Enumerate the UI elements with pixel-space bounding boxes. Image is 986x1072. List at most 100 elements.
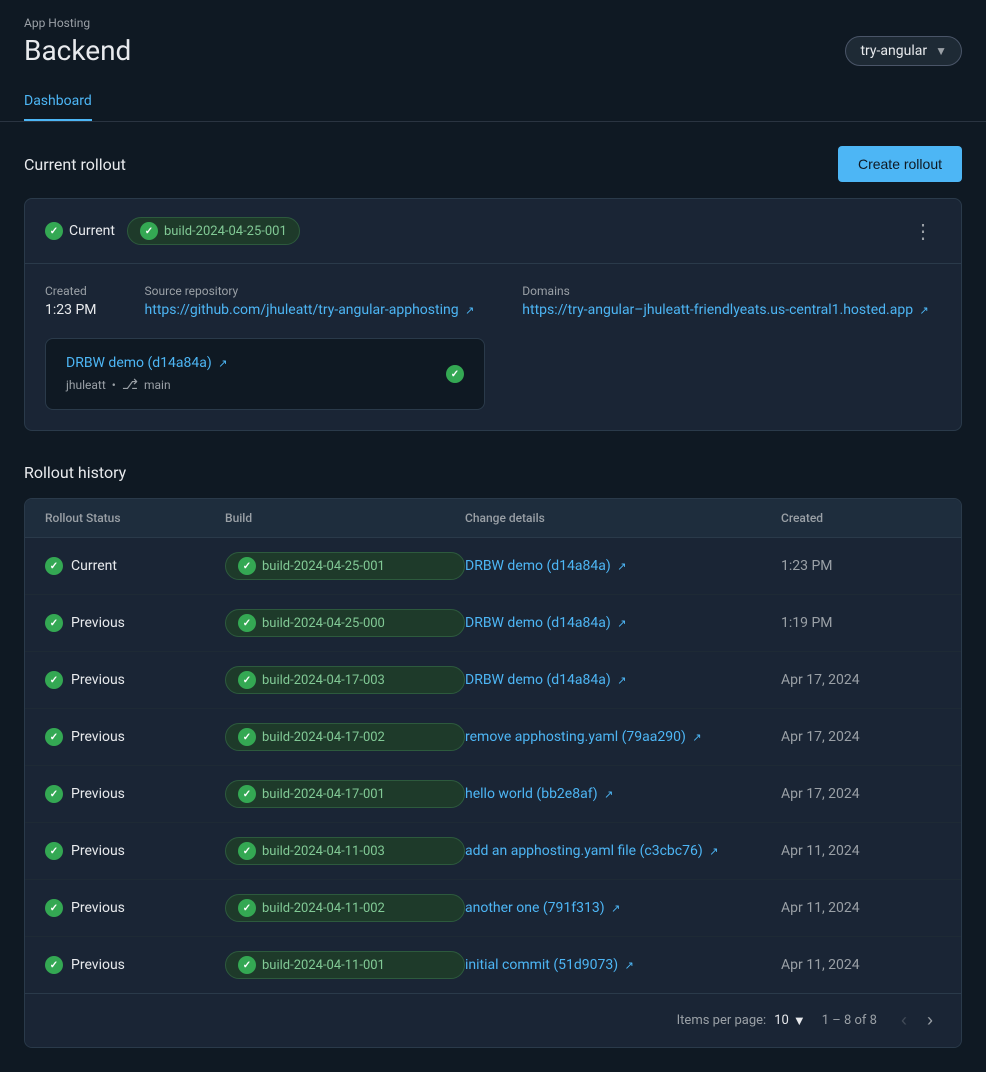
row-build-id: build-2024-04-17-002 (262, 730, 385, 745)
next-page-button[interactable]: › (919, 1006, 941, 1035)
row-change-link[interactable]: DRBW demo (d14a84a) (465, 615, 611, 631)
row-change: add an apphosting.yaml file (c3cbc76) ↗ (465, 843, 781, 859)
pagination-range: 1 – 8 of 8 (822, 1013, 877, 1028)
row-build: build-2024-04-25-001 (225, 552, 465, 580)
items-per-page-label: Items per page: (677, 1013, 767, 1028)
pagination-buttons: ‹ › (893, 1006, 941, 1035)
created-value: 1:23 PM (45, 302, 97, 318)
rollout-meta: Created 1:23 PM Source repository https:… (45, 284, 941, 318)
row-build: build-2024-04-25-000 (225, 609, 465, 637)
table-row[interactable]: Previous build-2024-04-11-001 initial co… (25, 937, 961, 993)
current-rollout-header: Current rollout Create rollout (24, 146, 962, 182)
domains-external-icon: ↗ (920, 304, 929, 317)
row-build-icon (238, 899, 256, 917)
commit-link-row: DRBW demo (d14a84a) ↗ (66, 355, 227, 371)
row-build-id: build-2024-04-17-001 (262, 787, 385, 802)
branch-label: try-angular (860, 43, 927, 59)
row-change: initial commit (51d9073) ↗ (465, 957, 781, 973)
row-change-external-icon: ↗ (604, 788, 613, 801)
row-change-link[interactable]: remove apphosting.yaml (79aa290) (465, 729, 686, 745)
row-status: Previous (45, 671, 225, 689)
current-rollout-card: Current build-2024-04-25-001 ⋮ Created 1… (24, 198, 962, 431)
row-change-external-icon: ↗ (611, 902, 620, 915)
meta-domains: Domains https://try-angular–jhuleatt-fri… (522, 284, 928, 318)
row-build: build-2024-04-17-001 (225, 780, 465, 808)
row-status-icon (45, 842, 63, 860)
commit-info: DRBW demo (d14a84a) ↗ jhuleatt • ⎇ main (66, 355, 227, 393)
more-options-icon[interactable]: ⋮ (905, 215, 941, 247)
row-build-icon (238, 785, 256, 803)
row-status-label: Previous (71, 957, 125, 973)
row-status-icon (45, 557, 63, 575)
row-change-link[interactable]: another one (791f313) (465, 900, 605, 916)
app-hosting-label: App Hosting (24, 16, 962, 30)
table-row[interactable]: Previous build-2024-04-17-003 DRBW demo … (25, 652, 961, 709)
row-created: 1:19 PM (781, 615, 941, 631)
row-build-icon (238, 956, 256, 974)
row-change-link[interactable]: hello world (bb2e8af) (465, 786, 598, 802)
table-row[interactable]: Previous build-2024-04-11-002 another on… (25, 880, 961, 937)
meta-created: Created 1:23 PM (45, 284, 97, 318)
source-external-icon: ↗ (465, 304, 474, 317)
page-title: Backend (24, 34, 131, 67)
row-status-label: Previous (71, 672, 125, 688)
th-status: Rollout Status (45, 511, 225, 525)
row-created: Apr 17, 2024 (781, 729, 941, 745)
row-change: DRBW demo (d14a84a) ↗ (465, 558, 781, 574)
commit-link[interactable]: DRBW demo (d14a84a) (66, 355, 212, 371)
row-build-id: build-2024-04-11-002 (262, 901, 385, 916)
table-row[interactable]: Current build-2024-04-25-001 DRBW demo (… (25, 538, 961, 595)
row-status-icon (45, 785, 63, 803)
table-row[interactable]: Previous build-2024-04-17-001 hello worl… (25, 766, 961, 823)
row-status-label: Previous (71, 843, 125, 859)
table-row[interactable]: Previous build-2024-04-11-003 add an app… (25, 823, 961, 880)
row-build-badge: build-2024-04-11-001 (225, 951, 465, 979)
row-change: DRBW demo (d14a84a) ↗ (465, 615, 781, 631)
row-status-icon (45, 899, 63, 917)
row-change-link[interactable]: add an apphosting.yaml file (c3cbc76) (465, 843, 703, 859)
row-change: remove apphosting.yaml (79aa290) ↗ (465, 729, 781, 745)
th-build: Build (225, 511, 465, 525)
create-rollout-button[interactable]: Create rollout (838, 146, 962, 182)
rollout-history-title: Rollout history (24, 463, 962, 482)
source-label: Source repository (145, 284, 475, 298)
row-build-id: build-2024-04-25-001 (262, 559, 385, 574)
row-status: Previous (45, 614, 225, 632)
row-change-external-icon: ↗ (625, 959, 634, 972)
row-build-badge: build-2024-04-25-001 (225, 552, 465, 580)
row-build-badge: build-2024-04-17-003 (225, 666, 465, 694)
row-change-external-icon: ↗ (617, 560, 626, 573)
per-page-select[interactable]: 10 ▼ (774, 1013, 806, 1029)
row-status-label: Previous (71, 786, 125, 802)
commit-meta: jhuleatt • ⎇ main (66, 377, 227, 393)
row-change-link[interactable]: initial commit (51d9073) (465, 957, 618, 973)
tab-dashboard[interactable]: Dashboard (24, 83, 92, 121)
row-status: Previous (45, 785, 225, 803)
row-status-icon (45, 671, 63, 689)
row-change-link[interactable]: DRBW demo (d14a84a) (465, 672, 611, 688)
status-check-icon (45, 222, 63, 240)
row-change-external-icon: ↗ (617, 617, 626, 630)
domains-url-link[interactable]: https://try-angular–jhuleatt-friendlyeat… (522, 302, 913, 318)
commit-external-icon: ↗ (218, 357, 227, 370)
commit-check-icon (446, 365, 464, 383)
row-build: build-2024-04-17-002 (225, 723, 465, 751)
source-url-link[interactable]: https://github.com/jhuleatt/try-angular-… (145, 302, 459, 318)
row-created: Apr 11, 2024 (781, 843, 941, 859)
prev-page-button[interactable]: ‹ (893, 1006, 915, 1035)
row-created: Apr 11, 2024 (781, 900, 941, 916)
row-change-link[interactable]: DRBW demo (d14a84a) (465, 558, 611, 574)
row-build-icon (238, 671, 256, 689)
row-status: Current (45, 557, 225, 575)
table-row[interactable]: Previous build-2024-04-17-002 remove app… (25, 709, 961, 766)
chevron-down-icon: ▼ (935, 44, 947, 58)
row-build: build-2024-04-11-001 (225, 951, 465, 979)
row-build-icon (238, 557, 256, 575)
rollout-header-left: Current build-2024-04-25-001 (45, 217, 300, 245)
history-table: Rollout Status Build Change details Crea… (24, 498, 962, 1048)
branch-selector[interactable]: try-angular ▼ (845, 36, 962, 66)
row-build-badge: build-2024-04-17-001 (225, 780, 465, 808)
row-status-label: Current (71, 558, 117, 574)
row-status-label: Previous (71, 729, 125, 745)
table-row[interactable]: Previous build-2024-04-25-000 DRBW demo … (25, 595, 961, 652)
